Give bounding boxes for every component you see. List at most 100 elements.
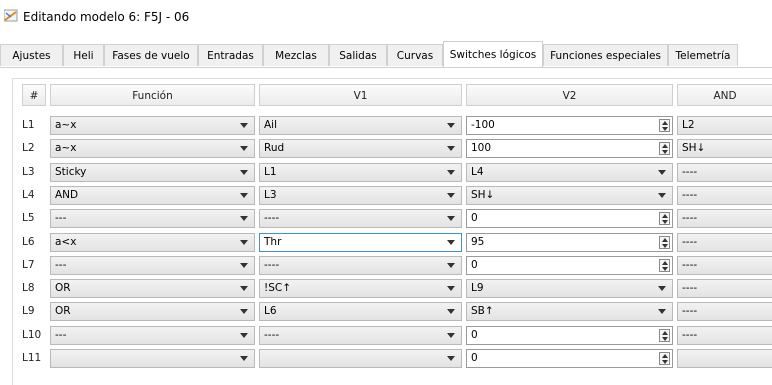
spin-down-icon[interactable] (662, 244, 668, 248)
and-select[interactable]: ---- (677, 209, 772, 228)
chevron-down-icon[interactable] (447, 333, 455, 338)
function-select[interactable]: a<x (50, 233, 255, 252)
tab-entradas[interactable]: Entradas (198, 44, 263, 66)
function-select[interactable]: a~x (50, 139, 255, 158)
chevron-down-icon[interactable] (240, 263, 248, 268)
chevron-down-icon[interactable] (240, 309, 248, 314)
chevron-down-icon[interactable] (240, 216, 248, 221)
chevron-down-icon[interactable] (447, 263, 455, 268)
spin-buttons[interactable] (659, 259, 670, 272)
function-select[interactable]: --- (50, 256, 255, 275)
spin-buttons[interactable] (659, 212, 670, 225)
v2-select[interactable]: L9 (466, 279, 673, 298)
chevron-down-icon[interactable] (447, 193, 455, 198)
spin-down-icon[interactable] (662, 360, 668, 364)
spin-up-icon[interactable] (662, 144, 668, 148)
chevron-down-icon[interactable] (447, 240, 455, 245)
spin-buttons[interactable] (659, 236, 670, 249)
and-select[interactable]: SH↓ (677, 139, 772, 158)
v2-spinbox[interactable]: 95 (466, 233, 673, 252)
and-select[interactable]: ---- (677, 302, 772, 321)
and-select[interactable]: ---- (677, 256, 772, 275)
v1-select[interactable]: Rud (259, 139, 462, 158)
function-select[interactable] (50, 349, 255, 368)
v1-select[interactable]: ---- (259, 209, 462, 228)
chevron-down-icon[interactable] (240, 146, 248, 151)
chevron-down-icon[interactable] (447, 123, 455, 128)
v2-spinbox[interactable]: 100 (466, 139, 673, 158)
and-select[interactable]: ---- (677, 233, 772, 252)
spin-up-icon[interactable] (662, 261, 668, 265)
spin-down-icon[interactable] (662, 150, 668, 154)
function-select[interactable]: --- (50, 209, 255, 228)
v2-select[interactable]: SH↓ (466, 186, 673, 205)
spin-down-icon[interactable] (662, 337, 668, 341)
function-select[interactable]: a~x (50, 116, 255, 135)
v1-select[interactable] (259, 349, 462, 368)
chevron-down-icon[interactable] (240, 333, 248, 338)
v1-select[interactable]: Ail (259, 116, 462, 135)
spin-buttons[interactable] (659, 142, 670, 155)
v2-spinbox[interactable]: 0 (466, 349, 673, 368)
spin-buttons[interactable] (659, 119, 670, 132)
chevron-down-icon[interactable] (240, 286, 248, 291)
chevron-down-icon[interactable] (658, 193, 666, 198)
and-select[interactable] (677, 349, 772, 368)
v2-spinbox[interactable]: -100 (466, 116, 673, 135)
v2-select[interactable]: SB↑ (466, 302, 673, 321)
tab-mezclas[interactable]: Mezclas (263, 44, 329, 66)
chevron-down-icon[interactable] (240, 356, 248, 361)
spin-buttons[interactable] (659, 329, 670, 342)
tab-salidas[interactable]: Salidas (329, 44, 387, 66)
tab-telemetria[interactable]: Telemetría (668, 44, 738, 66)
function-select[interactable]: OR (50, 279, 255, 298)
v1-select[interactable]: ---- (259, 256, 462, 275)
spin-up-icon[interactable] (662, 214, 668, 218)
spin-down-icon[interactable] (662, 127, 668, 131)
chevron-down-icon[interactable] (240, 193, 248, 198)
v2-spinbox[interactable]: 0 (466, 256, 673, 275)
function-select[interactable]: OR (50, 302, 255, 321)
chevron-down-icon[interactable] (658, 170, 666, 175)
function-select[interactable]: AND (50, 186, 255, 205)
and-select[interactable]: ---- (677, 326, 772, 345)
v2-spinbox[interactable]: 0 (466, 209, 673, 228)
and-select[interactable]: L2 (677, 116, 772, 135)
chevron-down-icon[interactable] (447, 356, 455, 361)
function-select[interactable]: --- (50, 326, 255, 345)
spin-down-icon[interactable] (662, 220, 668, 224)
chevron-down-icon[interactable] (447, 286, 455, 291)
tab-switches-logicos[interactable]: Switches lógicos (443, 41, 543, 67)
chevron-down-icon[interactable] (240, 170, 248, 175)
and-select[interactable]: ---- (677, 279, 772, 298)
tab-fases-de-vuelo[interactable]: Fases de vuelo (104, 44, 198, 66)
spin-up-icon[interactable] (662, 238, 668, 242)
v1-select[interactable]: !SC↑ (259, 279, 462, 298)
tab-curvas[interactable]: Curvas (387, 44, 443, 66)
tab-heli[interactable]: Heli (63, 44, 104, 66)
v2-select[interactable]: L4 (466, 163, 673, 182)
chevron-down-icon[interactable] (447, 146, 455, 151)
v1-select[interactable]: Thr (259, 233, 462, 252)
chevron-down-icon[interactable] (447, 216, 455, 221)
v1-select[interactable]: ---- (259, 326, 462, 345)
chevron-down-icon[interactable] (240, 240, 248, 245)
and-select[interactable]: ---- (677, 186, 772, 205)
tab-ajustes[interactable]: Ajustes (0, 44, 63, 66)
spin-down-icon[interactable] (662, 267, 668, 271)
spin-up-icon[interactable] (662, 331, 668, 335)
chevron-down-icon[interactable] (447, 170, 455, 175)
chevron-down-icon[interactable] (658, 286, 666, 291)
chevron-down-icon[interactable] (240, 123, 248, 128)
and-select[interactable]: ---- (677, 163, 772, 182)
v1-select[interactable]: L6 (259, 302, 462, 321)
spin-up-icon[interactable] (662, 354, 668, 358)
spin-buttons[interactable] (659, 352, 670, 365)
chevron-down-icon[interactable] (447, 309, 455, 314)
spin-up-icon[interactable] (662, 121, 668, 125)
v2-spinbox[interactable]: 0 (466, 326, 673, 345)
v1-select[interactable]: L1 (259, 163, 462, 182)
chevron-down-icon[interactable] (658, 309, 666, 314)
function-select[interactable]: Sticky (50, 163, 255, 182)
tab-funciones-especiales[interactable]: Funciones especiales (543, 44, 668, 66)
